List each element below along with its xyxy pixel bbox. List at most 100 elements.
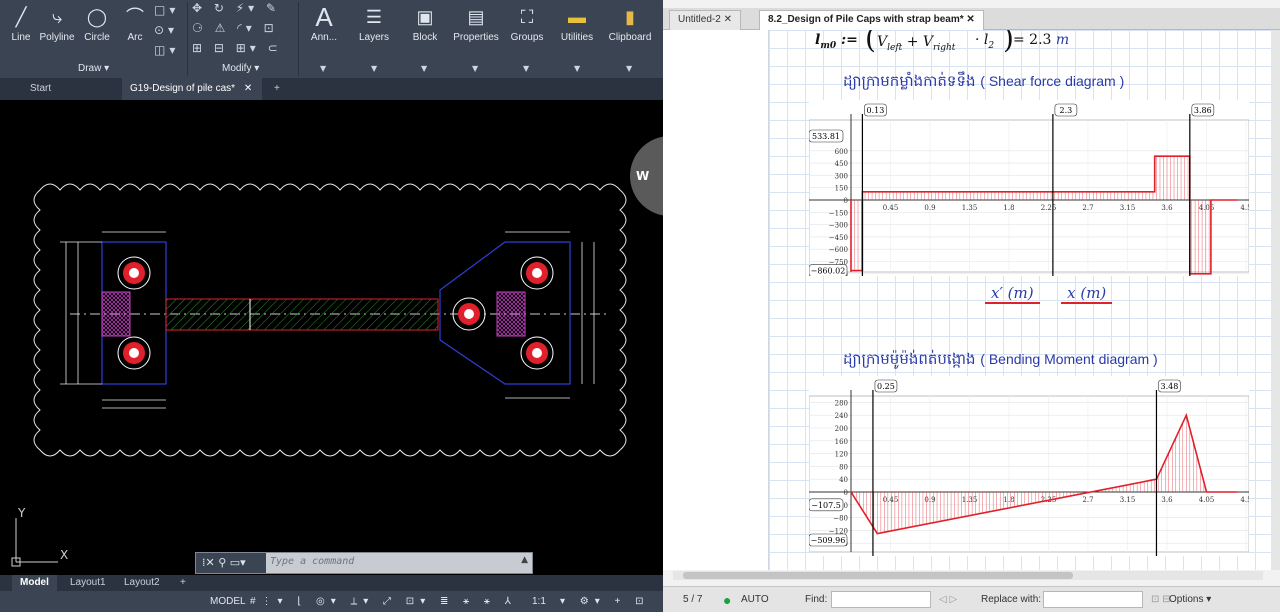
chevron-down-icon[interactable]: ▼ <box>523 64 529 73</box>
modify-panel-title[interactable]: Modify ▾ <box>222 63 259 74</box>
x-tick-label: 2.7 <box>1082 496 1093 504</box>
find-nav-icons[interactable]: ◁ ▷ <box>939 587 957 612</box>
replace-label: Replace with: <box>981 594 1042 605</box>
modify-tools[interactable]: ✥ ↻ ⚡▾ ✎ ⚆ ⚠ ◜▾ ⊡ ⊞ ⊟ ⊞▾ ⊂ <box>192 0 282 58</box>
moment-chart: 28024020016012080400−40−80−120−1600.450.… <box>808 379 1252 556</box>
layout-tabs: Model Layout1 Layout2 + <box>0 575 663 591</box>
y-tick-label: −150 <box>829 209 848 217</box>
polyline-button[interactable]: ⤷ Polyline <box>38 4 76 60</box>
ymax-label: 533.81 <box>812 132 840 141</box>
block-button[interactable]: ▣ Block <box>402 4 448 60</box>
y-tick-label: 150 <box>835 185 848 193</box>
tab-drawing[interactable]: G19-Design of pile cas* ✕ <box>122 78 262 100</box>
options-menu[interactable]: Options ▾ <box>1169 587 1211 612</box>
moment-plot[interactable]: 28024020016012080400−40−80−120−1600.450.… <box>808 376 1252 556</box>
find-input[interactable] <box>831 591 931 608</box>
shear-diagram-title: ដ្យាក្រាមកម្លាំងកាត់ទទឹង ( Shear force d… <box>843 72 1125 90</box>
status-tools[interactable]: ▾ ⚙▾ + ⊡ ◐ <box>560 591 663 612</box>
x-tick-label: 4.05 <box>1199 204 1215 212</box>
legend-x: x (m) <box>1061 284 1113 304</box>
replace-icons[interactable]: ⊡ ⊟ <box>1151 587 1171 612</box>
chevron-down-icon[interactable]: ▼ <box>472 64 478 73</box>
chevron-down-icon[interactable]: ▼ <box>371 64 377 73</box>
y-tick-label: 200 <box>835 425 848 433</box>
ucs-x-label: X <box>60 548 69 562</box>
new-tab-button[interactable]: + <box>266 78 288 100</box>
chevron-down-icon[interactable]: ▼ <box>421 64 427 73</box>
worksheet-margin <box>663 30 769 570</box>
add-layout-button[interactable]: + <box>172 575 194 591</box>
strap-beam <box>165 298 439 331</box>
status-toggles[interactable]: #⋮▾ ⌊ ◎▾ ⟂▾ ⤢ ⊡▾ ≣ ⚹ ⚹ ⅄ <box>250 591 517 612</box>
tab-layout1[interactable]: Layout1 <box>62 575 114 591</box>
y-tick-label: 0 <box>844 197 848 205</box>
scrollbar-thumb[interactable] <box>683 572 1073 579</box>
replace-input[interactable] <box>1043 591 1143 608</box>
ymin-label: −860.02 <box>811 267 846 276</box>
ucs-icon <box>11 518 58 567</box>
horizontal-scrollbar[interactable] <box>673 571 1263 580</box>
chevron-down-icon[interactable]: ▼ <box>320 64 326 73</box>
tab-model[interactable]: Model <box>12 575 57 591</box>
clipboard-icon: ▮ <box>625 7 635 27</box>
tab-pile-caps[interactable]: 8.2_Design of Pile Caps with strap beam*… <box>759 10 984 30</box>
left-pile-top <box>117 256 151 290</box>
y-tick-label: 450 <box>835 160 848 168</box>
mathcad-window: Untitled-2 ✕ 8.2_Design of Pile Caps wit… <box>663 0 1280 612</box>
annotation-button[interactable]: A Ann... <box>302 4 346 60</box>
text-a-icon: A <box>315 2 333 32</box>
y-tick-label: 280 <box>835 399 848 407</box>
close-icon[interactable]: ✕ <box>244 83 252 94</box>
properties-icon: ▤ <box>467 7 485 27</box>
y-tick-label: −80 <box>833 515 848 523</box>
x-tick-label: 2.25 <box>1041 204 1057 212</box>
chevron-down-icon[interactable]: ▼ <box>626 64 632 73</box>
arc-button[interactable]: ⌒ Arc <box>118 4 152 60</box>
command-line[interactable]: ⁞✕ ⚲ ▭▾ Type a command ▲ <box>195 552 533 574</box>
marker-label: 0.13 <box>867 106 885 115</box>
line-button[interactable]: ╱ Line <box>6 4 36 60</box>
annotation-scale[interactable]: 1:1 <box>532 591 546 612</box>
block-icon: ▣ <box>416 7 434 27</box>
page-indicator: 5 / 7 <box>683 594 703 605</box>
worksheet[interactable]: lm0 := ( Vleft + Vright · l2 ) = 2.3 m ដ… <box>663 30 1271 570</box>
chevron-down-icon[interactable]: ▼ <box>574 64 580 73</box>
shear-plot[interactable]: 6004503001500−150−300−450−600−750−900−10… <box>808 100 1252 291</box>
marker-label: 3.48 <box>1161 382 1179 391</box>
moment-diagram-title: ដ្យាក្រាមម៉ូម៉ង់ពត់បង្កោង ( Bending Mome… <box>843 350 1158 368</box>
model-space-toggle[interactable]: MODEL <box>210 591 246 612</box>
cad-drawing <box>11 183 627 567</box>
draw-small-tools[interactable]: □▾ ⊙▾ ◫▾ <box>154 0 179 60</box>
y-tick-label: 600 <box>835 148 848 156</box>
x-tick-label: 4.5 <box>1240 496 1249 504</box>
close-icon[interactable]: ✕ <box>966 14 974 25</box>
drawing-canvas[interactable]: Y X W <box>0 100 663 575</box>
lm0-formula[interactable]: lm0 := ( Vleft + Vright · l2 ) = 2.3 m <box>815 30 1075 68</box>
command-tools[interactable]: ⁞✕ ⚲ ▭▾ <box>196 553 266 573</box>
shear-curve <box>850 155 1238 275</box>
left-column <box>101 291 131 337</box>
x-tick-label: 1.8 <box>1003 204 1014 212</box>
marker-label: 3.86 <box>1194 106 1212 115</box>
properties-button[interactable]: ▤ Properties <box>452 4 500 60</box>
chevron-up-icon[interactable]: ▲ <box>521 555 528 565</box>
utilities-button[interactable]: ▬ Utilities <box>554 4 600 60</box>
x-tick-label: 3.15 <box>1120 496 1136 504</box>
x-tick-label: 3.6 <box>1161 204 1173 212</box>
close-icon[interactable]: ✕ <box>724 14 732 25</box>
groups-button[interactable]: ⛶ Groups <box>504 4 550 60</box>
command-input[interactable]: Type a command <box>270 556 354 567</box>
circle-button[interactable]: ◯ Circle <box>80 4 114 60</box>
draw-panel-title[interactable]: Draw ▾ <box>78 63 109 74</box>
layers-button[interactable]: ☰ Layers <box>350 4 398 60</box>
tab-layout2[interactable]: Layout2 <box>116 575 168 591</box>
right-pile-top <box>520 256 554 290</box>
calc-mode[interactable]: AUTO <box>741 587 769 612</box>
x-tick-label: 1.35 <box>962 496 978 504</box>
x-tick-label: 0.45 <box>883 204 899 212</box>
vertical-scrollbar[interactable] <box>1271 30 1280 570</box>
clipboard-button[interactable]: ▮ Clipboard <box>604 4 656 60</box>
tab-untitled-2[interactable]: Untitled-2 ✕ <box>669 10 741 30</box>
tab-start[interactable]: Start <box>22 78 59 100</box>
mathcad-status-bar: 5 / 7 ● AUTO Find: ◁ ▷ Replace with: ⊡ ⊟… <box>663 586 1280 612</box>
